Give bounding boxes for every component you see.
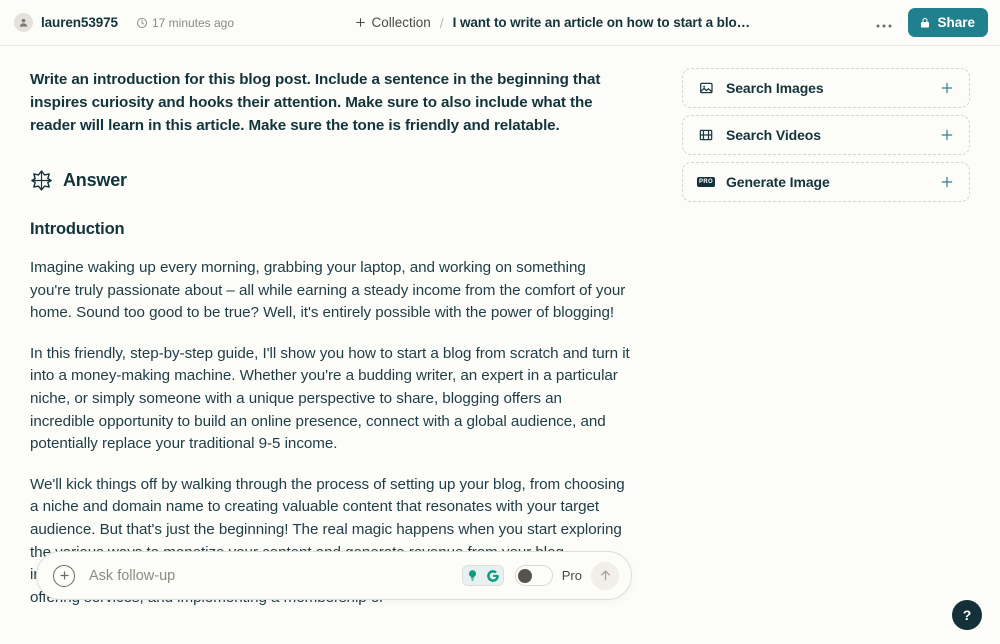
sidebar-item-search-videos[interactable]: Search Videos bbox=[682, 115, 970, 155]
add-search-images-button[interactable] bbox=[939, 80, 955, 96]
sidebar-item-label: Generate Image bbox=[726, 174, 830, 190]
add-to-collection-button[interactable]: Collection bbox=[354, 15, 431, 30]
answer-header: Answer bbox=[30, 169, 630, 192]
tool-chip-group bbox=[461, 565, 504, 586]
pro-toggle-label: Pro bbox=[561, 568, 582, 583]
pro-toggle[interactable] bbox=[514, 565, 553, 586]
submit-button[interactable] bbox=[591, 561, 619, 590]
username-label: lauren53975 bbox=[41, 15, 118, 30]
clock-icon bbox=[136, 17, 148, 29]
header-left-group: lauren53975 17 minutes ago bbox=[14, 13, 234, 32]
sidebar-item-label: Search Images bbox=[726, 80, 824, 96]
timestamp-label: 17 minutes ago bbox=[151, 15, 235, 30]
sidebar-item-search-images[interactable]: Search Images bbox=[682, 68, 970, 108]
collection-label: Collection bbox=[371, 15, 431, 30]
focus-g-icon[interactable] bbox=[482, 566, 503, 585]
follow-up-input[interactable] bbox=[89, 567, 462, 584]
user-prompt-text: Write an introduction for this blog post… bbox=[30, 71, 601, 134]
add-search-videos-button[interactable] bbox=[939, 127, 955, 143]
answer-paragraph: In this friendly, step-by-step guide, I'… bbox=[30, 344, 630, 453]
tools-sidebar: Search Images Search Videos PRO Generate… bbox=[660, 46, 1000, 209]
lock-icon bbox=[919, 17, 931, 29]
video-film-icon bbox=[697, 126, 715, 144]
question-mark-icon: ? bbox=[962, 607, 972, 623]
breadcrumb-thread-title[interactable]: I want to write an article on how to sta… bbox=[453, 15, 750, 30]
share-button[interactable]: Share bbox=[908, 8, 988, 37]
header-right-group: Share bbox=[870, 8, 988, 37]
perplexity-logo-icon bbox=[30, 169, 53, 192]
sidebar-item-generate-image[interactable]: PRO Generate Image bbox=[682, 162, 970, 202]
avatar[interactable] bbox=[14, 13, 33, 32]
help-button[interactable]: ? bbox=[952, 600, 982, 630]
lightbulb-icon[interactable] bbox=[462, 566, 483, 585]
arrow-up-icon bbox=[598, 568, 613, 583]
pro-badge-icon: PRO bbox=[696, 173, 716, 191]
ellipsis-icon bbox=[876, 18, 892, 28]
answer-label: Answer bbox=[63, 170, 127, 190]
image-icon bbox=[697, 79, 715, 97]
sidebar-item-label: Search Videos bbox=[726, 127, 821, 143]
add-generate-image-button[interactable] bbox=[939, 174, 955, 190]
follow-up-bar: Pro bbox=[36, 551, 632, 600]
section-title: Introduction bbox=[30, 220, 125, 238]
attach-add-button[interactable] bbox=[53, 564, 75, 587]
breadcrumb-separator: / bbox=[439, 14, 444, 31]
more-options-button[interactable] bbox=[870, 14, 898, 32]
share-label: Share bbox=[937, 15, 975, 30]
toggle-knob bbox=[518, 568, 533, 583]
timestamp-group: 17 minutes ago bbox=[136, 16, 234, 30]
plus-icon bbox=[354, 16, 367, 29]
answer-paragraph: Imagine waking up every morning, grabbin… bbox=[30, 259, 626, 322]
breadcrumb: Collection / I want to write an article … bbox=[234, 15, 870, 31]
top-header: lauren53975 17 minutes ago Collection / … bbox=[0, 0, 1000, 46]
pro-badge-label: PRO bbox=[696, 177, 716, 187]
